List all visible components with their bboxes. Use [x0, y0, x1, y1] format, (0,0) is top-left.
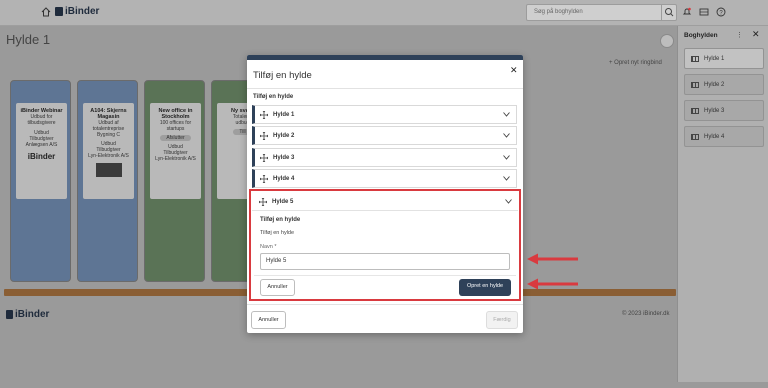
modal-accent-strip [247, 55, 523, 60]
binder-card: New office in Stockholm 100 offices for … [150, 103, 201, 199]
bookshelf-panel: Boghylden ⋮ ✕ Hylde 1 Hylde 2 Hylde 3 Hy… [677, 26, 768, 382]
annotation-arrow-icon [527, 253, 578, 265]
shelf-row-hylde-2[interactable]: Hylde 2 [252, 126, 517, 145]
panel-item-hylde-1[interactable]: Hylde 1 [684, 48, 764, 69]
shelf-name-input[interactable]: Hylde 5 [260, 253, 510, 270]
page-menu-button[interactable] [660, 34, 674, 48]
binder-skjerns-magasin[interactable]: A104: Skjerns Magasin Udbud af totalentr… [77, 80, 138, 282]
drag-handle-icon[interactable] [260, 132, 268, 140]
new-shelf-form: Hylde 5 Tilføj en hylde Tilføj en hylde … [249, 189, 521, 301]
search-icon[interactable] [661, 5, 676, 20]
shelf-icon [691, 107, 699, 114]
shelf-icon [691, 81, 699, 88]
panel-title: Boghylden [684, 32, 718, 39]
page-title: Hylde 1 [6, 32, 51, 47]
ibinder-logo-icon [55, 7, 63, 16]
home-icon[interactable] [41, 7, 51, 17]
shelf-row-hylde-1[interactable]: Hylde 1 [252, 105, 517, 124]
apps-icon[interactable] [699, 7, 709, 17]
divider [247, 88, 523, 89]
divider [247, 304, 523, 305]
more-options-icon[interactable]: ⋮ [736, 31, 743, 39]
panel-item-hylde-3[interactable]: Hylde 3 [684, 100, 764, 121]
chevron-down-icon[interactable] [503, 155, 510, 160]
binder-new-office-stockholm[interactable]: New office in Stockholm 100 offices for … [144, 80, 205, 282]
search-input[interactable]: Søg på boghylden [526, 4, 677, 21]
panel-item-hylde-2[interactable]: Hylde 2 [684, 74, 764, 95]
notification-bell-icon[interactable] [682, 7, 692, 17]
binder-logo: iBinder [27, 152, 56, 161]
binder-ibinder-webinar[interactable]: iBinder Webinar Udbud for tilbudsgivere … [10, 80, 71, 282]
name-label: Navn * [260, 244, 277, 250]
drag-handle-icon[interactable] [259, 198, 267, 206]
create-shelf-button[interactable]: Opret en hylde [459, 279, 511, 296]
modal-done-button[interactable]: Færdig [486, 311, 518, 329]
close-panel-icon[interactable]: ✕ [752, 29, 760, 40]
add-shelf-modal: Tilføj en hylde ✕ Tilføj en hylde Hylde … [247, 55, 523, 333]
ibinder-logo-icon [6, 310, 13, 319]
chevron-down-icon[interactable] [503, 133, 510, 138]
panel-item-hylde-4[interactable]: Hylde 4 [684, 126, 764, 147]
form-subtext: Tilføj en hylde [260, 230, 295, 236]
copyright: © 2023 iBinder.dk [622, 311, 670, 317]
modal-title: Tilføj en hylde [253, 70, 312, 81]
modal-subheading: Tilføj en hylde [253, 94, 294, 100]
close-icon[interactable]: ✕ [510, 65, 518, 76]
shelf-row-hylde-5[interactable]: Hylde 5 [252, 193, 518, 211]
footer-logo: iBinder [6, 309, 49, 320]
help-icon[interactable]: ? [716, 7, 726, 17]
binder-card: iBinder Webinar Udbud for tilbudsgivere … [16, 103, 67, 199]
shelf-icon [691, 55, 699, 62]
chevron-down-icon[interactable] [503, 176, 510, 181]
form-heading: Tilføj en hylde [260, 217, 301, 223]
drag-handle-icon[interactable] [260, 111, 268, 119]
new-binder-button[interactable]: + Opret nyt ringbind [609, 60, 662, 66]
top-bar: iBinder Søg på boghylden ? [0, 0, 768, 26]
divider [254, 275, 516, 276]
shelf-row-hylde-3[interactable]: Hylde 3 [252, 148, 517, 167]
app-logo[interactable]: iBinder [55, 6, 99, 17]
annotation-arrow-icon [527, 278, 578, 290]
form-cancel-button[interactable]: Annuller [260, 279, 295, 296]
status-badge: Afslutter [160, 135, 191, 141]
binder-card: A104: Skjerns Magasin Udbud af totalentr… [83, 103, 134, 199]
modal-cancel-button[interactable]: Annuller [251, 311, 286, 329]
chevron-down-icon[interactable] [503, 112, 510, 117]
shelf-row-hylde-4[interactable]: Hylde 4 [252, 169, 517, 188]
binder-cover-image [95, 163, 122, 177]
shelf-icon [691, 133, 699, 140]
drag-handle-icon[interactable] [260, 154, 268, 162]
drag-handle-icon[interactable] [260, 175, 268, 183]
chevron-down-icon[interactable] [505, 199, 512, 204]
